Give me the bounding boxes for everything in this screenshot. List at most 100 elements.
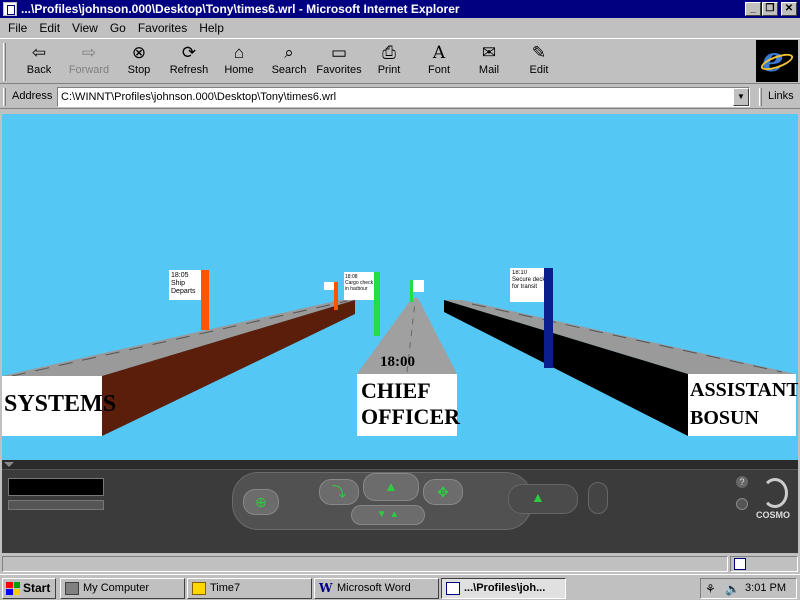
back-label: Back: [26, 64, 52, 76]
slide-button[interactable]: ▼ ▲: [351, 505, 425, 525]
seek-button[interactable]: ⊕: [243, 489, 279, 515]
address-url: C:\WINNT\Profiles\johnson.000\Desktop\To…: [61, 91, 337, 103]
collapse-arrow-icon[interactable]: [4, 462, 14, 467]
address-bar: Address C:\WINNT\Profiles\johnson.000\De…: [0, 85, 800, 109]
go-arrow-icon: ▲: [384, 478, 398, 494]
flag-2-text: 18:08 Cargo checks in harbour: [345, 274, 373, 292]
favorites-label: Favorites: [316, 64, 362, 76]
mail-button[interactable]: ✉ Mail: [464, 41, 514, 81]
dashboard-stripe: [2, 460, 798, 470]
forward-label: Forward: [68, 64, 110, 76]
stop-label: Stop: [127, 64, 151, 76]
restore-button[interactable]: ❐: [762, 2, 778, 16]
right-beam-side: [444, 300, 688, 436]
menu-edit[interactable]: Edit: [33, 21, 66, 35]
vrml-viewport[interactable]: 18:05 Ship Departs 18:08 Cargo checks in…: [2, 114, 798, 460]
folder-icon: [192, 582, 206, 595]
beam-label-officer: OFFICER: [361, 404, 460, 429]
print-button[interactable]: ⎙ Print: [364, 41, 414, 81]
favorites-button[interactable]: ▭ Favorites: [314, 41, 364, 81]
menu-file[interactable]: File: [2, 21, 33, 35]
minimize-button[interactable]: _: [745, 2, 761, 16]
edit-label: Edit: [529, 64, 549, 76]
status-text-pane: [2, 556, 728, 572]
back-button[interactable]: ⇦ Back: [14, 41, 64, 81]
computer-icon: [65, 582, 79, 595]
gravity-control[interactable]: ▲: [508, 484, 578, 514]
printer-icon: ⎙: [382, 43, 396, 62]
home-label: Home: [224, 64, 254, 76]
flag-2-line3: in harbour: [345, 286, 368, 292]
flag-1-line2: Ship: [171, 280, 186, 287]
forward-arrow-icon: ⇨: [81, 43, 97, 62]
help-button[interactable]: ?: [736, 476, 748, 488]
beam-label-assistant: ASSISTANT: [690, 379, 798, 401]
font-icon: A: [432, 43, 446, 63]
ie-logo: e: [756, 40, 798, 82]
ie-document-icon: [446, 582, 460, 595]
search-icon: ⌕: [284, 43, 294, 62]
pan-button[interactable]: ✥: [423, 479, 463, 505]
mail-label: Mail: [478, 64, 500, 76]
go-button[interactable]: ▲: [363, 473, 419, 501]
menu-help[interactable]: Help: [193, 21, 230, 35]
search-button[interactable]: ⌕ Search: [264, 41, 314, 81]
address-grip[interactable]: [3, 88, 6, 106]
network-icon[interactable]: ⚘: [705, 582, 721, 596]
favorites-icon: ▭: [330, 43, 348, 62]
document-icon: [3, 2, 17, 16]
beam-label-chief: CHIEF: [361, 378, 431, 403]
cosmo-player-dashboard: ⊕ ⤵ ▲ ✥ ▼ ▲ ▲ ? COSMO: [2, 460, 798, 553]
taskbar: Start My Computer Time7 W Microsoft Word…: [0, 574, 800, 600]
navigation-console: ⊕ ⤵ ▲ ✥ ▼ ▲: [232, 472, 532, 530]
menu-go[interactable]: Go: [104, 21, 132, 35]
flag-2-pole: [374, 272, 380, 336]
viewpoint-display[interactable]: [8, 478, 104, 496]
task-my-computer[interactable]: My Computer: [60, 578, 185, 599]
flag-small-pole: [334, 282, 338, 310]
mail-icon: ✉: [481, 43, 497, 62]
flag-tiny-board: [412, 280, 424, 292]
links-grip[interactable]: [759, 88, 762, 106]
refresh-label: Refresh: [169, 64, 209, 76]
stop-button[interactable]: ⊗ Stop: [114, 41, 164, 81]
chevron-down-icon[interactable]: ▼: [733, 88, 749, 106]
address-label: Address: [12, 90, 53, 102]
volume-icon[interactable]: 🔈: [725, 582, 740, 596]
beam-label-systems: SYSTEMS: [4, 376, 116, 436]
flag-tiny-pole: [410, 280, 413, 302]
toolbar-grip[interactable]: [3, 43, 6, 81]
start-button[interactable]: Start: [2, 578, 56, 599]
forward-button[interactable]: ⇨ Forward: [64, 41, 114, 81]
beam-label-bosun: BOSUN: [690, 407, 759, 429]
options-button[interactable]: [736, 498, 748, 510]
seek-icon: ⊕: [255, 494, 267, 510]
address-input[interactable]: C:\WINNT\Profiles\johnson.000\Desktop\To…: [57, 87, 750, 107]
flag-3-pole: [544, 268, 553, 368]
straighten-button[interactable]: [588, 482, 608, 514]
left-beam-side: [102, 300, 355, 436]
menu-favorites[interactable]: Favorites: [132, 21, 193, 35]
task-time7[interactable]: Time7: [187, 578, 312, 599]
edit-button[interactable]: ✎ Edit: [514, 41, 564, 81]
cosmo-brand: COSMO: [756, 510, 791, 520]
viewpoint-list[interactable]: [8, 500, 104, 510]
flag-3-text: 18:10 Secure decks for transit: [512, 270, 544, 291]
task-internet-explorer[interactable]: ...\Profiles\joh...: [441, 578, 566, 599]
task-microsoft-word[interactable]: W Microsoft Word: [314, 578, 439, 599]
close-button[interactable]: ✕: [781, 2, 797, 16]
beam-label-chief-officer: CHIEF OFFICER: [359, 378, 460, 434]
font-button[interactable]: A Font: [414, 41, 464, 81]
clock[interactable]: 3:01 PM: [745, 582, 786, 594]
refresh-button[interactable]: ⟳ Refresh: [164, 41, 214, 81]
home-button[interactable]: ⌂ Home: [214, 41, 264, 81]
tilt-button[interactable]: ⤵: [319, 479, 359, 505]
slide-icon: ▼ ▲: [376, 509, 400, 520]
refresh-icon: ⟳: [181, 43, 197, 62]
links-button[interactable]: Links: [768, 90, 794, 102]
toolbar: ⇦ Back ⇨ Forward ⊗ Stop ⟳ Refresh ⌂ Home…: [0, 38, 800, 84]
zone-icon: [734, 558, 746, 570]
font-label: Font: [427, 64, 450, 76]
menu-view[interactable]: View: [66, 21, 104, 35]
home-icon: ⌂: [233, 43, 245, 62]
